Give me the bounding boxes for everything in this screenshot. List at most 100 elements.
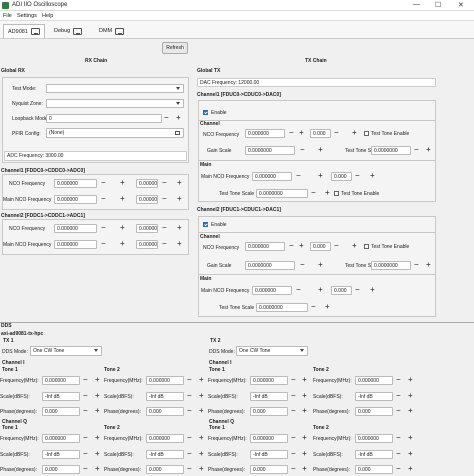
decrement-button[interactable]: −: [396, 376, 401, 384]
tx2-q-tone2-scale-input[interactable]: -Inf dB: [355, 450, 393, 459]
decrement-button[interactable]: −: [83, 450, 88, 458]
tx-ch1-nco-frequency-input[interactable]: 0.000000: [245, 129, 285, 138]
tx2-q-tone2-phase-input[interactable]: 0.000: [355, 465, 393, 474]
tx1-i-tone1-phase-input[interactable]: 0.000: [42, 407, 80, 416]
tab-ad9081[interactable]: AD9081: [3, 24, 45, 38]
increment-button[interactable]: +: [199, 434, 204, 442]
increment-button[interactable]: +: [408, 392, 413, 400]
dds-tx1-mode-select[interactable]: One CW Tone: [30, 346, 102, 356]
tab-debug[interactable]: Debug: [50, 24, 86, 38]
detach-monitor-icon[interactable]: [30, 28, 40, 35]
tx-ch1-main-test-tone-scale-input[interactable]: 0.0000000: [256, 189, 308, 198]
pfir-config-file-chooser[interactable]: (None): [46, 128, 184, 138]
decrement-button[interactable]: −: [414, 261, 419, 269]
decrement-button[interactable]: −: [162, 240, 167, 248]
decrement-button[interactable]: −: [83, 392, 88, 400]
increment-button[interactable]: +: [302, 376, 307, 384]
increment-button[interactable]: +: [408, 434, 413, 442]
increment-button[interactable]: +: [370, 286, 375, 294]
increment-button[interactable]: +: [352, 242, 357, 250]
rx-ch2-main-nco-frequency-input[interactable]: 0.000000: [54, 240, 97, 249]
decrement-button[interactable]: −: [162, 179, 167, 187]
decrement-button[interactable]: −: [396, 465, 401, 473]
increment-button[interactable]: +: [120, 195, 125, 203]
decrement-button[interactable]: −: [300, 146, 305, 154]
decrement-button[interactable]: −: [414, 146, 419, 154]
tx1-i-tone2-scale-input[interactable]: -Inf dB: [146, 392, 184, 401]
increment-button[interactable]: +: [325, 189, 330, 197]
decrement-button[interactable]: −: [101, 224, 106, 232]
tx1-q-tone1-frequency-input[interactable]: 0.000000: [42, 434, 80, 443]
decrement-button[interactable]: −: [291, 376, 296, 384]
dds-tx2-mode-select[interactable]: One CW Tone: [236, 346, 308, 356]
tx1-q-tone1-scale-input[interactable]: -Inf dB: [42, 450, 80, 459]
decrement-button[interactable]: −: [187, 465, 192, 473]
increment-button[interactable]: +: [318, 286, 323, 294]
decrement-button[interactable]: −: [291, 392, 296, 400]
increment-button[interactable]: +: [408, 450, 413, 458]
decrement-button[interactable]: −: [101, 240, 106, 248]
close-button[interactable]: ✕: [458, 1, 464, 9]
tx2-i-tone1-phase-input[interactable]: 0.000: [250, 407, 288, 416]
rx-ch1-main-nco-frequency-input[interactable]: 0.000000: [54, 195, 97, 204]
tx-ch2-enable-checkbox[interactable]: [203, 222, 208, 227]
decrement-button[interactable]: −: [162, 195, 167, 203]
tx-ch2-gain-scale-input[interactable]: 0.0000000: [245, 261, 295, 270]
decrement-button[interactable]: −: [162, 224, 167, 232]
loopback-increment-button[interactable]: +: [176, 114, 181, 122]
test-mode-select[interactable]: [46, 84, 184, 93]
increment-button[interactable]: +: [352, 129, 357, 137]
tx1-q-tone1-phase-input[interactable]: 0.000: [42, 465, 80, 474]
tx-ch1-nco-phase-input[interactable]: 0.000: [310, 129, 331, 138]
decrement-button[interactable]: −: [187, 450, 192, 458]
decrement-button[interactable]: −: [291, 407, 296, 415]
tx-ch1-test-tone-scale-input[interactable]: 0.0000000: [371, 146, 411, 155]
tx-ch2-test-tone-scale-input[interactable]: 0.0000000: [371, 261, 411, 270]
tx1-i-tone1-frequency-input[interactable]: 0.000000: [42, 376, 80, 385]
tx-ch1-enable-checkbox[interactable]: [203, 110, 208, 115]
increment-button[interactable]: +: [120, 179, 125, 187]
decrement-button[interactable]: −: [300, 261, 305, 269]
decrement-button[interactable]: −: [396, 450, 401, 458]
decrement-button[interactable]: −: [396, 434, 401, 442]
tx1-i-tone1-scale-input[interactable]: -Inf dB: [42, 392, 80, 401]
tx1-i-tone2-phase-input[interactable]: 0.000: [146, 407, 184, 416]
folder-icon[interactable]: [175, 131, 180, 135]
increment-button[interactable]: +: [95, 434, 100, 442]
increment-button[interactable]: +: [299, 242, 304, 250]
increment-button[interactable]: +: [302, 407, 307, 415]
nyquist-zone-select[interactable]: [46, 99, 184, 108]
decrement-button[interactable]: −: [334, 242, 339, 250]
increment-button[interactable]: +: [318, 261, 323, 269]
increment-button[interactable]: +: [408, 465, 413, 473]
tx-ch2-main-nco-phase-input[interactable]: 0.000: [331, 286, 352, 295]
tx-ch2-test-tone-enable-checkbox[interactable]: [364, 244, 369, 249]
decrement-button[interactable]: −: [83, 465, 88, 473]
decrement-button[interactable]: −: [355, 172, 360, 180]
tx2-i-tone2-frequency-input[interactable]: 0.000000: [355, 376, 393, 385]
decrement-button[interactable]: −: [355, 286, 360, 294]
tx-ch1-main-nco-frequency-input[interactable]: 0.000000: [252, 172, 292, 181]
decrement-button[interactable]: −: [291, 434, 296, 442]
tx-ch1-main-test-tone-enable-checkbox[interactable]: [334, 191, 339, 196]
maximize-button[interactable]: ☐: [435, 1, 441, 9]
tx2-q-tone1-scale-input[interactable]: -Inf dB: [250, 450, 288, 459]
increment-button[interactable]: +: [120, 224, 125, 232]
tx-ch2-nco-phase-input[interactable]: 0.000: [310, 242, 331, 251]
increment-button[interactable]: +: [426, 146, 431, 154]
increment-button[interactable]: +: [318, 146, 323, 154]
detach-monitor-icon[interactable]: [73, 27, 83, 35]
rx-ch1-nco-phase-input[interactable]: 0.000000: [136, 179, 158, 188]
tx2-q-tone1-phase-input[interactable]: 0.000: [250, 465, 288, 474]
tx-ch1-gain-scale-input[interactable]: 0.0000000: [245, 146, 295, 155]
decrement-button[interactable]: −: [101, 195, 106, 203]
increment-button[interactable]: +: [95, 465, 100, 473]
increment-button[interactable]: +: [318, 172, 323, 180]
rx-ch1-main-nco-phase-input[interactable]: 0.000000: [136, 195, 158, 204]
rx-ch2-nco-phase-input[interactable]: 0.000000: [136, 224, 158, 233]
tx2-i-tone1-frequency-input[interactable]: 0.000000: [250, 376, 288, 385]
tx2-q-tone2-frequency-input[interactable]: 0.000000: [355, 434, 393, 443]
increment-button[interactable]: +: [95, 392, 100, 400]
tx-ch2-main-nco-frequency-input[interactable]: 0.000000: [252, 286, 292, 295]
menu-help[interactable]: Help: [42, 13, 53, 19]
